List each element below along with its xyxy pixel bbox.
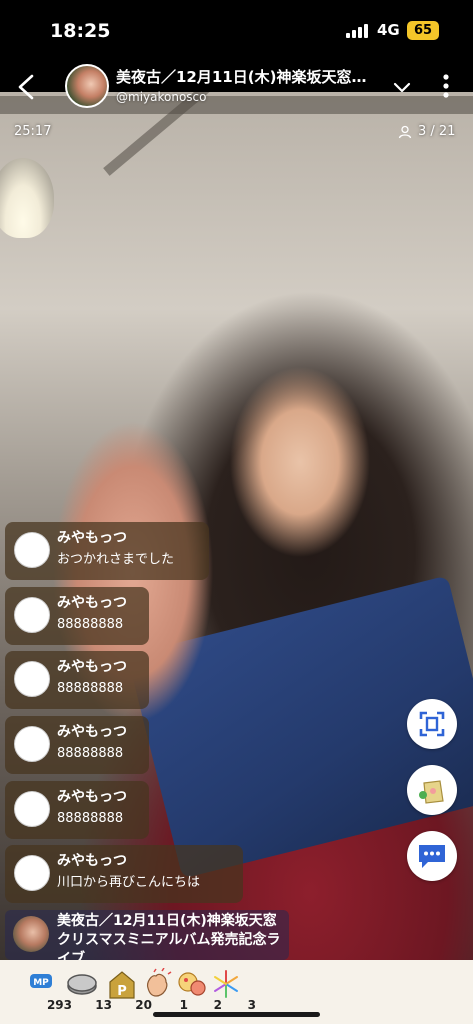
telop-avatar: [13, 916, 49, 952]
coin-stack-icon: [67, 974, 97, 995]
commenter-name: みやもっつ: [57, 853, 127, 869]
comment-item[interactable]: みやもっつ 88888888: [5, 716, 149, 774]
gift-fireworks[interactable]: 3: [210, 968, 256, 1012]
commenter-name: みやもっつ: [57, 789, 127, 805]
commenter-avatar: [14, 597, 50, 633]
clapping-hands-icon: [147, 967, 172, 997]
commenter-avatar: [14, 855, 50, 891]
comment-text: 88888888: [57, 617, 124, 632]
status-bar: 18:25 4G 65: [0, 0, 473, 62]
more-vertical-icon[interactable]: [440, 72, 452, 100]
viewer-count: 3 / 21: [398, 124, 455, 139]
home-indicator[interactable]: [153, 1012, 320, 1017]
commenter-name: みやもっつ: [57, 659, 127, 675]
gift-bag-button[interactable]: [407, 765, 457, 815]
network-type: 4G: [377, 21, 400, 39]
fireworks-icon: [214, 970, 238, 998]
streamer-avatar[interactable]: [65, 64, 109, 108]
comment-item[interactable]: みやもっつ 88888888: [5, 651, 149, 709]
stream-telop[interactable]: 美夜古／12月11日(木)神楽坂天窓クリスマスミニアルバム発売記念ライブ: [5, 910, 289, 960]
signal-icon: [346, 24, 368, 38]
comment-text: 川口から再びこんにちは: [57, 875, 201, 890]
capture-frame-icon: [419, 711, 445, 737]
comment-item[interactable]: みやもっつ 88888888: [5, 781, 149, 839]
chevron-left-icon[interactable]: [14, 72, 40, 102]
viewer-count-text: 3 / 21: [418, 124, 456, 139]
telop-text: 美夜古／12月11日(木)神楽坂天窓クリスマスミニアルバム発売記念ライブ: [57, 913, 281, 960]
stream-title[interactable]: 美夜古／12月11日(木)神楽坂天窓…: [116, 66, 386, 87]
comment-text: 88888888: [57, 746, 124, 761]
comment-text: おつかれさまでした: [57, 552, 175, 567]
streamer-handle[interactable]: @miyakonosco: [116, 90, 206, 104]
commenter-avatar: [14, 726, 50, 762]
p-sign-icon: P: [109, 971, 135, 999]
commenter-name: みやもっつ: [57, 595, 127, 611]
commenter-name: みやもっつ: [57, 724, 127, 740]
comment-text: 88888888: [57, 811, 124, 826]
elapsed-time: 25:17: [14, 124, 52, 139]
stream-header: 美夜古／12月11日(木)神楽坂天窓… @miyakonosco: [0, 62, 473, 118]
comment-item[interactable]: みやもっつ 88888888: [5, 587, 149, 645]
chevron-down-icon[interactable]: [391, 76, 413, 98]
commenter-avatar: [14, 791, 50, 827]
gift-bag-icon: [419, 780, 444, 804]
candy-icon: [178, 972, 206, 996]
svg-text:P: P: [117, 984, 127, 999]
commenter-name: みやもっつ: [57, 530, 127, 546]
ceiling-lamp: [0, 158, 54, 238]
comment-text: 88888888: [57, 681, 124, 696]
comment-item[interactable]: みやもっつ おつかれさまでした: [5, 522, 209, 580]
person-icon: [398, 125, 412, 138]
svg-text:MP: MP: [33, 978, 49, 988]
chat-button[interactable]: [407, 831, 457, 881]
battery-icon: 65: [407, 21, 439, 40]
comment-item[interactable]: みやもっつ 川口から再びこんにちは: [5, 845, 243, 903]
commenter-avatar: [14, 661, 50, 697]
commenter-avatar: [14, 532, 50, 568]
mp-points-icon: MP: [30, 974, 52, 988]
chat-bubble-icon: [419, 845, 445, 868]
gift-count: 3: [247, 998, 256, 1012]
capture-button[interactable]: [407, 699, 457, 749]
clock: 18:25: [50, 20, 111, 42]
